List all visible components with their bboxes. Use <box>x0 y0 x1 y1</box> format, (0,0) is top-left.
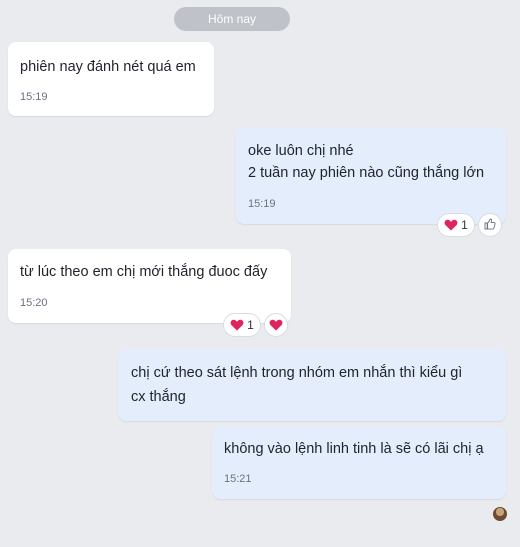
message-bubble-outgoing[interactable]: oke luôn chị nhé 2 tuần nay phiên nào cũ… <box>236 127 506 224</box>
message-text: phiên nay đánh nét quá em <box>20 59 196 75</box>
heart-icon <box>230 319 244 331</box>
date-separator: Hôm nay <box>174 7 290 31</box>
heart-reaction[interactable]: 1 <box>224 314 260 336</box>
like-reaction-button[interactable] <box>479 214 501 236</box>
message-bubble-incoming[interactable]: từ lúc theo em chị mới thắng đuoc đấy 15… <box>8 249 291 323</box>
message-text: không vào lệnh linh tinh là sẽ có lãi ch… <box>224 441 484 457</box>
message-bubble-outgoing[interactable]: không vào lệnh linh tinh là sẽ có lãi ch… <box>212 426 506 499</box>
message-time: 15:21 <box>224 473 252 485</box>
message-text: từ lúc theo em chị mới thắng đuoc đấy <box>20 264 268 280</box>
reaction-count: 1 <box>461 218 468 232</box>
message-time: 15:19 <box>248 198 276 210</box>
heart-reaction[interactable]: 1 <box>438 214 474 236</box>
message-text: chị cứ theo sát lệnh trong nhóm em nhắn … <box>131 365 463 405</box>
message-bubble-incoming[interactable]: phiên nay đánh nét quá em 15:19 <box>8 42 214 116</box>
message-time: 15:19 <box>20 91 48 103</box>
message-bubble-outgoing[interactable]: chị cứ theo sát lệnh trong nhóm em nhắn … <box>118 349 506 421</box>
message-text: oke luôn chị nhé 2 tuần nay phiên nào cũ… <box>248 143 485 181</box>
seen-avatar <box>493 507 507 521</box>
thumbs-up-icon <box>484 218 496 233</box>
reaction-count: 1 <box>247 318 254 332</box>
chat-thread: Hôm nay phiên nay đánh nét quá em 15:19 … <box>0 0 520 547</box>
add-heart-reaction-button[interactable] <box>265 314 287 336</box>
heart-icon <box>269 319 283 331</box>
message-time: 15:20 <box>20 297 48 309</box>
heart-icon <box>444 219 458 231</box>
